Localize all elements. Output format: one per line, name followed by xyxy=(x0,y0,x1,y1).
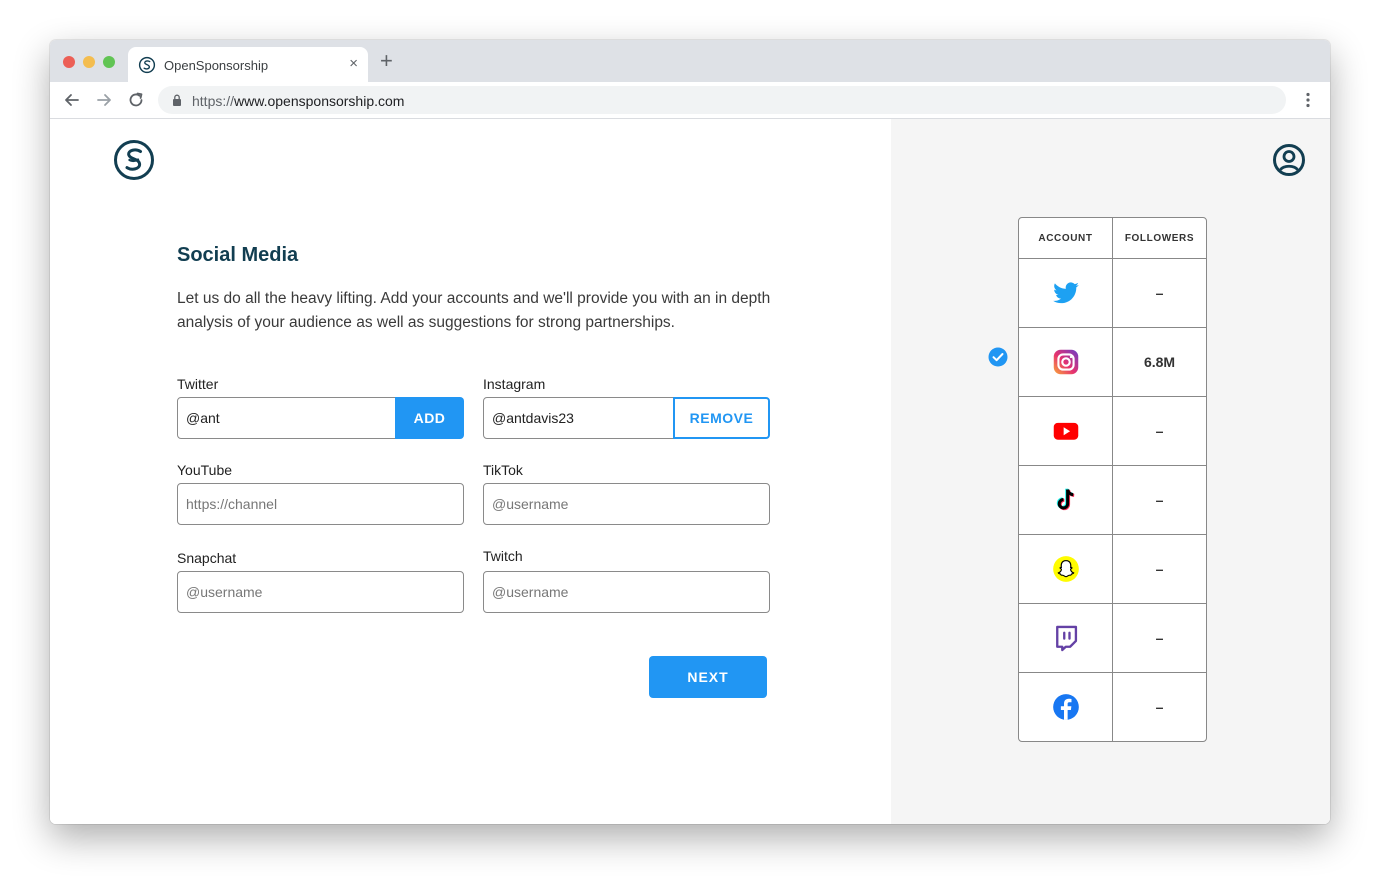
followers-cell: – xyxy=(1113,397,1206,466)
minimize-window-button[interactable] xyxy=(83,56,95,68)
tab-close-icon[interactable]: × xyxy=(349,55,358,72)
followers-cell: – xyxy=(1155,699,1164,715)
table-row: – xyxy=(1019,259,1206,328)
account-cell xyxy=(1019,397,1113,466)
table-row: – xyxy=(1019,397,1206,466)
snapchat-icon xyxy=(1052,556,1079,582)
snapchat-label: Snapchat xyxy=(177,550,237,566)
lock-icon xyxy=(173,94,181,106)
twitter-label: Twitter xyxy=(177,376,219,392)
twitch-field xyxy=(483,571,770,613)
twitch-icon xyxy=(1055,625,1077,652)
tab-title: OpenSponsorship xyxy=(164,58,269,73)
tiktok-input[interactable] xyxy=(492,484,761,524)
close-window-button[interactable] xyxy=(63,56,75,68)
tiktok-label: TikTok xyxy=(483,462,523,478)
new-tab-button[interactable]: + xyxy=(380,50,393,72)
youtube-input[interactable] xyxy=(186,484,455,524)
account-cell xyxy=(1019,604,1113,673)
table-row: 6.8M xyxy=(1019,328,1206,397)
back-arrow-icon[interactable] xyxy=(62,90,82,110)
table-row: – xyxy=(1019,466,1206,535)
account-cell xyxy=(1019,466,1113,535)
browser-window: OpenSponsorship × + https://www.openspon… xyxy=(50,40,1330,824)
followers-column-header: FOLLOWERS xyxy=(1113,218,1206,259)
twitter-icon xyxy=(1052,282,1079,304)
table-row: – xyxy=(1019,673,1206,741)
more-menu-icon[interactable] xyxy=(1298,90,1318,110)
facebook-icon xyxy=(1052,694,1079,720)
account-cell xyxy=(1019,259,1113,328)
intro-text: Let us do all the heavy lifting. Add you… xyxy=(177,290,771,331)
table-row: – xyxy=(1019,535,1206,604)
account-cell xyxy=(1019,328,1113,397)
url-host: www.opensponsorship.com xyxy=(234,93,405,109)
url-text: https://www.opensponsorship.com xyxy=(192,93,404,109)
twitter-field xyxy=(177,397,396,439)
maximize-window-button[interactable] xyxy=(103,56,115,68)
followers-cell: 6.8M xyxy=(1113,328,1206,397)
snapchat-field xyxy=(177,571,464,613)
tab-strip: OpenSponsorship × + xyxy=(50,40,1330,82)
instagram-input[interactable] xyxy=(492,398,665,438)
followers-cell: – xyxy=(1113,535,1206,604)
instagram-label: Instagram xyxy=(483,376,546,392)
url-scheme: https:// xyxy=(192,93,235,109)
user-profile-icon[interactable] xyxy=(1272,143,1306,177)
followers-cell: – xyxy=(1113,604,1206,673)
forward-arrow-icon[interactable] xyxy=(94,90,114,110)
tiktok-field xyxy=(483,483,770,525)
followers-cell: – xyxy=(1113,466,1206,535)
accounts-pane: ACCOUNT FOLLOWERS – 6.8M – – – – – xyxy=(891,119,1330,824)
twitch-label: Twitch xyxy=(483,548,523,564)
twitch-input[interactable] xyxy=(492,572,761,612)
account-cell xyxy=(1019,673,1113,741)
form-pane: Social Media Let us do all the heavy lif… xyxy=(50,119,891,824)
browser-tab[interactable]: OpenSponsorship × xyxy=(128,47,368,82)
reload-icon[interactable] xyxy=(126,90,146,110)
next-button[interactable]: NEXT xyxy=(649,656,767,698)
instagram-field xyxy=(483,397,674,439)
page-title: Social Media xyxy=(177,244,299,266)
account-column-header: ACCOUNT xyxy=(1019,218,1113,259)
verified-check-icon xyxy=(988,347,1008,367)
table-header-row: ACCOUNT FOLLOWERS xyxy=(1019,218,1206,259)
address-bar[interactable]: https://www.opensponsorship.com xyxy=(158,86,1286,114)
youtube-icon xyxy=(1053,422,1078,440)
account-cell xyxy=(1019,535,1113,604)
browser-toolbar: https://www.opensponsorship.com xyxy=(50,82,1330,119)
add-twitter-button[interactable]: ADD xyxy=(395,397,464,439)
youtube-label: YouTube xyxy=(177,462,233,478)
accounts-table: ACCOUNT FOLLOWERS – 6.8M – – – – – xyxy=(1018,217,1207,742)
opensponsorship-favicon-icon xyxy=(138,56,156,74)
tiktok-icon xyxy=(1056,488,1074,511)
youtube-field xyxy=(177,483,464,525)
followers-cell: – xyxy=(1113,259,1206,328)
remove-instagram-button[interactable]: REMOVE xyxy=(673,397,770,439)
twitter-input[interactable] xyxy=(186,398,387,438)
snapchat-input[interactable] xyxy=(186,572,455,612)
page-content: Social Media Let us do all the heavy lif… xyxy=(50,119,1330,824)
instagram-icon xyxy=(1053,349,1078,375)
opensponsorship-logo-icon[interactable] xyxy=(113,139,155,181)
table-row: – xyxy=(1019,604,1206,673)
